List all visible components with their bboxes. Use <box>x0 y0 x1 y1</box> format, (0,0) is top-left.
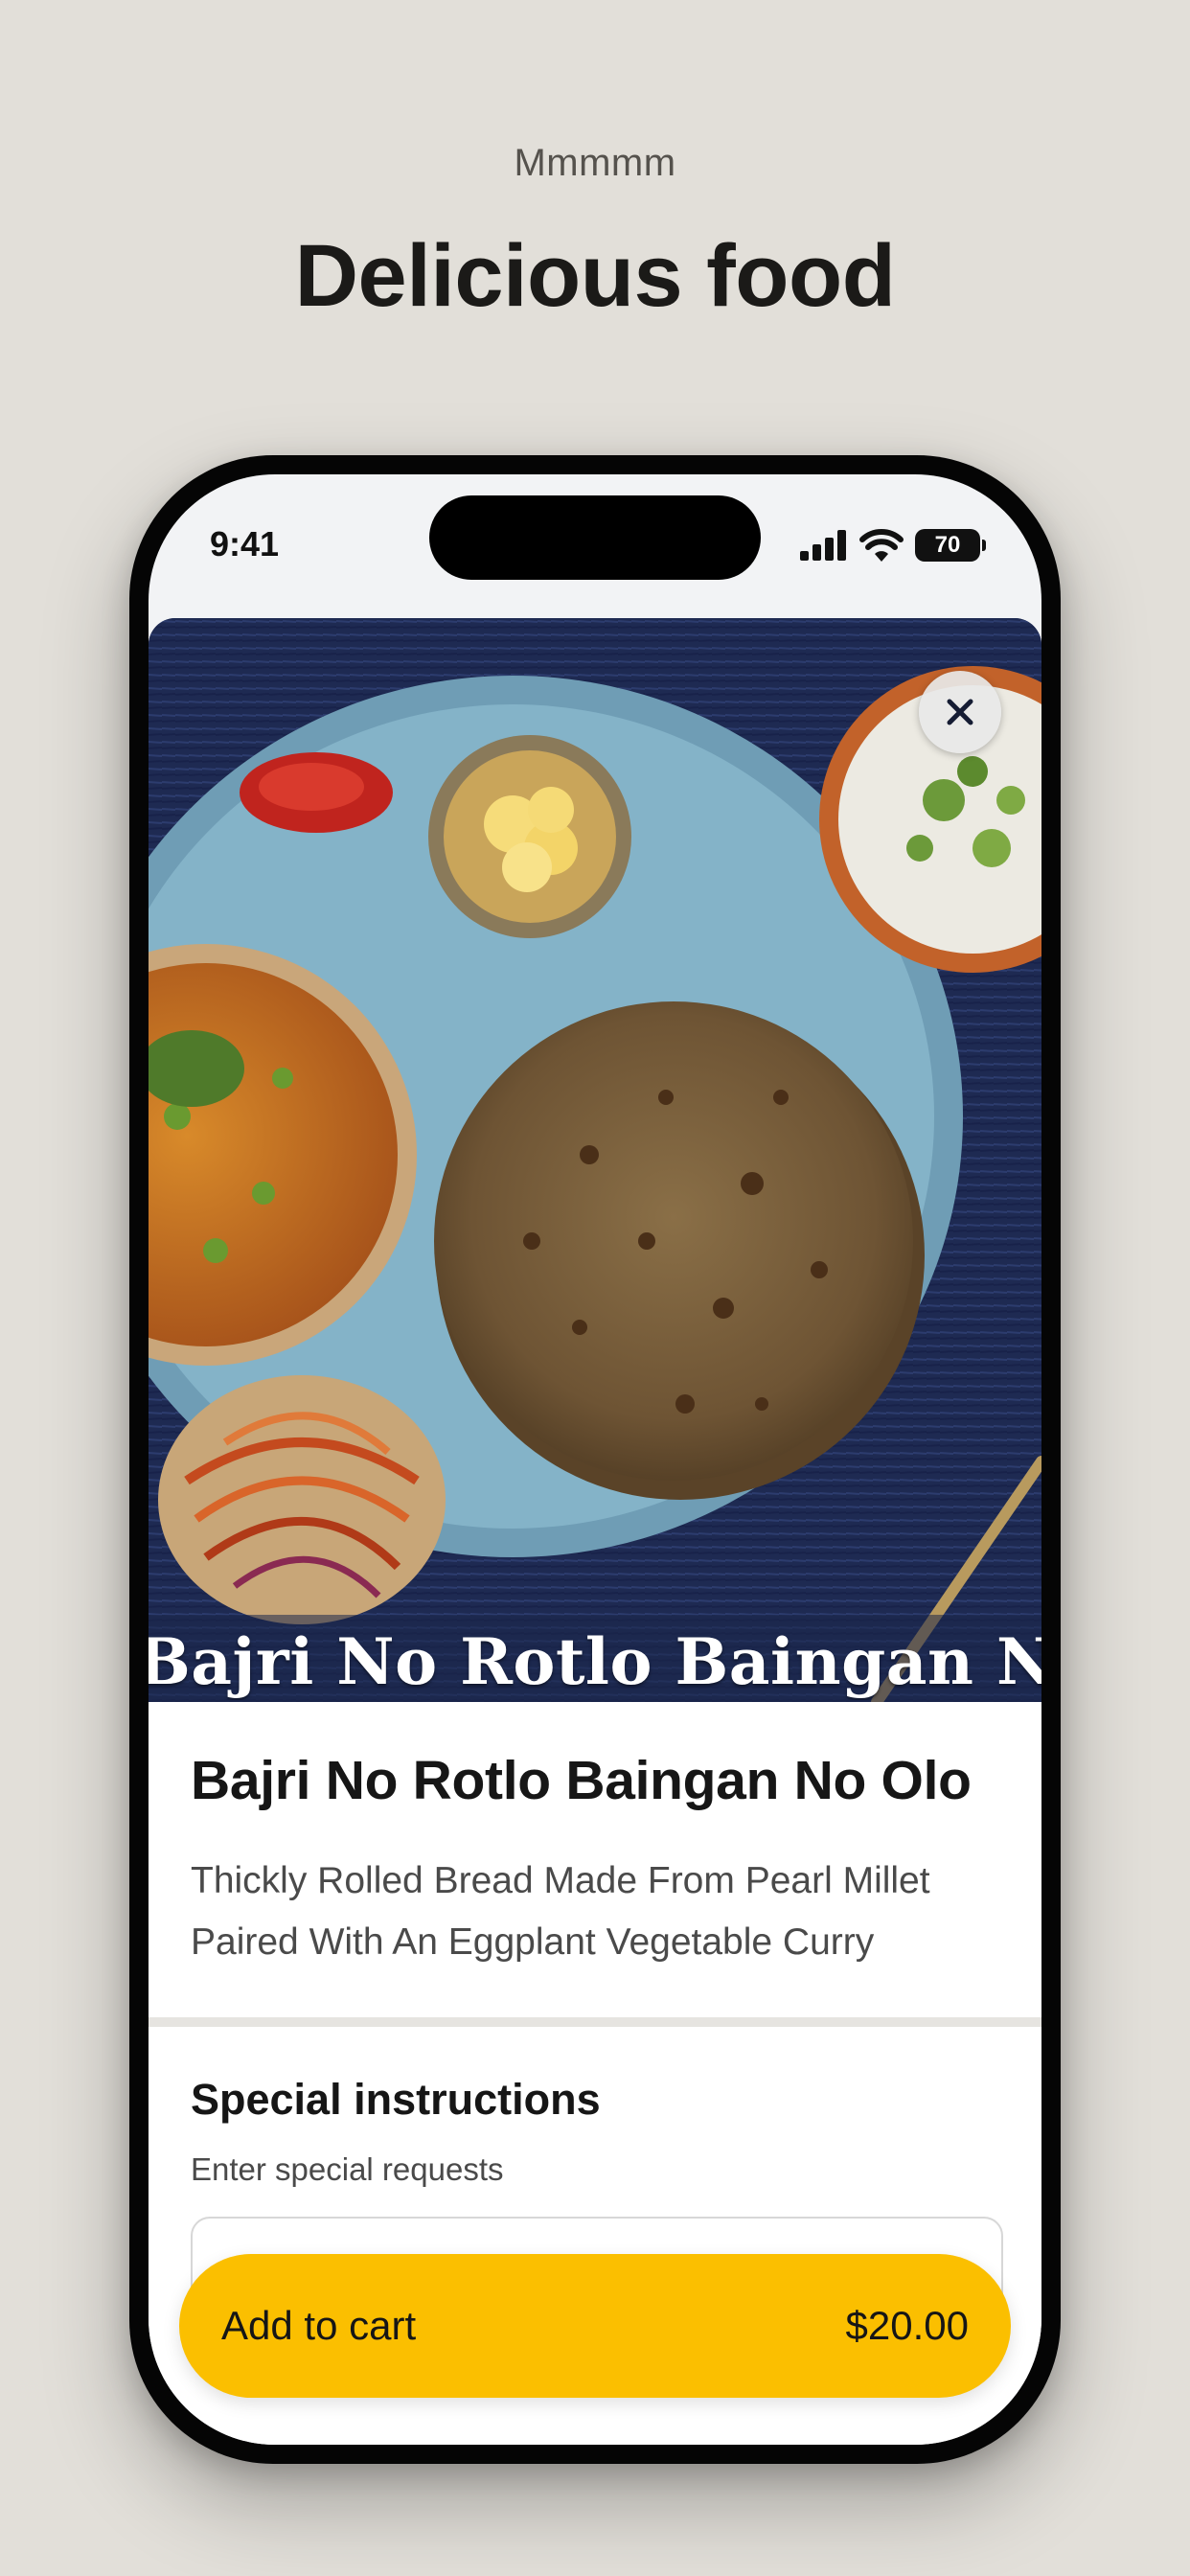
status-time: 9:41 <box>210 524 280 564</box>
section-divider <box>149 2017 1041 2027</box>
add-to-cart-price: $20.00 <box>845 2303 969 2348</box>
close-icon <box>947 699 973 725</box>
phone-frame: 9:41 70 Bajri No Rotlo Baingan N Bajri N… <box>129 455 1061 2464</box>
battery-icon: 70 <box>915 529 986 562</box>
cellular-signal-icon <box>800 530 846 561</box>
special-instructions-subtitle: Enter special requests <box>191 2151 504 2187</box>
dynamic-island <box>429 495 761 580</box>
item-detail-sheet: Bajri No Rotlo Baingan No Olo Bajri No R… <box>149 618 1041 2445</box>
close-button[interactable] <box>919 671 1001 753</box>
status-bar: 9:41 70 <box>149 474 1041 618</box>
promo-headline: Delicious food <box>294 227 896 325</box>
status-icons: 70 <box>800 528 986 563</box>
phone-screen: 9:41 70 Bajri No Rotlo Baingan N Bajri N… <box>149 474 1041 2445</box>
item-title: Bajri No Rotlo Baingan No Olo <box>191 1750 972 1811</box>
wifi-icon <box>859 529 904 562</box>
item-description: Thickly Rolled Bread Made From Pearl Mil… <box>191 1860 930 1963</box>
add-to-cart-button[interactable]: Add to cart $20.00 <box>179 2254 1011 2398</box>
special-instructions-title: Special instructions <box>191 2075 601 2124</box>
food-illustration <box>149 618 1041 1702</box>
image-caption-text: Bajri No Rotlo Baingan No Olo <box>149 1624 1041 1699</box>
add-to-cart-label: Add to cart <box>221 2303 417 2348</box>
promo-kicker: Mmmmm <box>514 142 676 184</box>
food-image: Bajri No Rotlo Baingan No Olo <box>149 618 1041 1702</box>
image-caption: Bajri No Rotlo Baingan No Olo <box>149 1623 1041 1700</box>
